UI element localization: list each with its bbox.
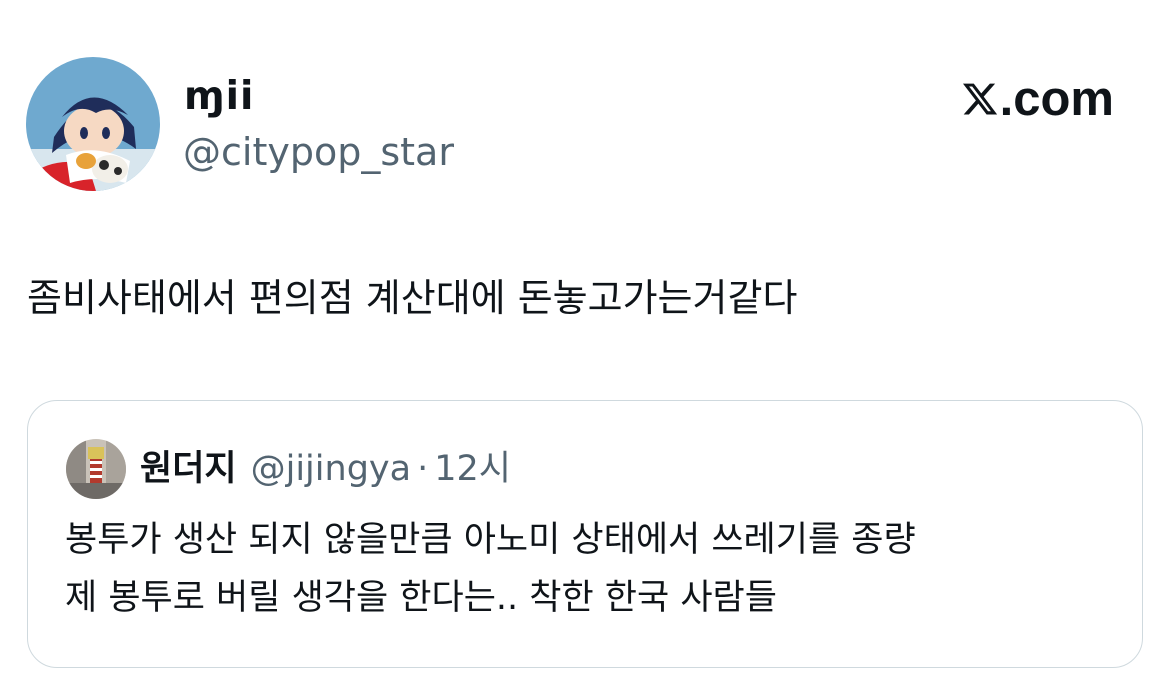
quoted-text-line: 봉투가 생산 되지 않을만큼 아노미 상태에서 쓰레기를 종량 [65, 520, 916, 560]
quoted-text-line: 제 봉투로 버릴 생각을 한다는.. 착한 한국 사람들 [65, 578, 777, 618]
quoted-text: 봉투가 생산 되지 않을만큼 아노미 상태에서 쓰레기를 종량 제 봉투로 버릴… [65, 511, 1125, 627]
quoted-tweet[interactable]: 원더지 @jijingya · 12시 봉투가 생산 되지 않을만큼 아노미 상… [27, 400, 1143, 668]
x-com-watermark: .com [961, 72, 1114, 126]
quoted-avatar-photo [66, 439, 126, 499]
author-handle[interactable]: @citypop_star [183, 128, 454, 176]
quoted-header: 원더지 @jijingya · 12시 [140, 441, 511, 497]
quoted-author-avatar[interactable] [66, 439, 126, 499]
avatar-illustration [26, 57, 160, 191]
author-avatar[interactable] [26, 57, 160, 191]
quoted-separator: · [417, 449, 429, 489]
quoted-handle[interactable]: @jijingya [251, 441, 411, 497]
brand-label: .com [999, 72, 1114, 126]
tweet-text: 좀비사태에서 편의점 계산대에 돈놓고가는거같다 [27, 276, 798, 320]
quoted-timestamp[interactable]: 12시 [434, 441, 511, 497]
x-logo-icon [962, 83, 997, 115]
tweet-card: ɱii @citypop_star .com 좀비사태에서 편의점 계산대에 돈… [0, 0, 1170, 679]
author-display-name[interactable]: ɱii [184, 72, 254, 122]
quoted-display-name[interactable]: 원더지 [140, 441, 237, 497]
